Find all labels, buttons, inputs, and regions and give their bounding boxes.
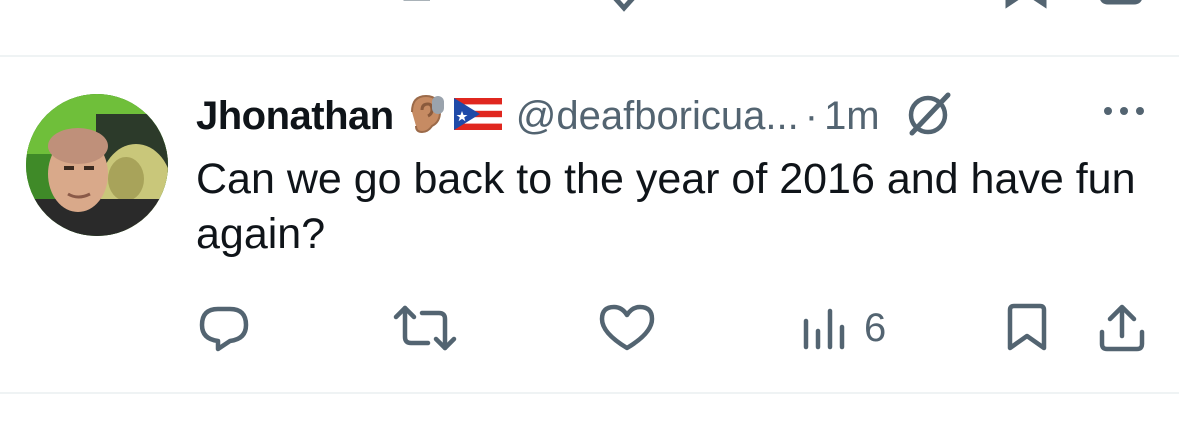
bottom-divider bbox=[0, 392, 1179, 394]
bookmark-icon[interactable] bbox=[1004, 0, 1048, 12]
separator-dot: · bbox=[804, 93, 819, 138]
reply-icon bbox=[199, 306, 249, 352]
share-icon bbox=[1099, 304, 1145, 352]
tweet-text: Can we go back to the year of 2016 and h… bbox=[196, 155, 1136, 258]
reply-icon[interactable] bbox=[200, 0, 240, 12]
avatar[interactable] bbox=[26, 94, 168, 236]
top-divider bbox=[0, 55, 1179, 57]
ear-with-hearing-aid-icon bbox=[402, 92, 446, 141]
retweet-icon bbox=[393, 305, 457, 351]
puerto-rico-flag-icon bbox=[453, 97, 502, 135]
bookmark-icon bbox=[1007, 303, 1047, 351]
like-icon[interactable] bbox=[602, 0, 646, 12]
retweet-button[interactable] bbox=[392, 300, 470, 356]
views-icon bbox=[803, 308, 845, 350]
heart-icon bbox=[599, 304, 655, 351]
tweet-header: Jhonathan @deafboricua... · 1m bbox=[196, 88, 954, 144]
like-button[interactable] bbox=[598, 300, 668, 356]
share-icon[interactable] bbox=[1098, 0, 1144, 12]
more-options-icon[interactable] bbox=[1100, 103, 1150, 124]
views-count: 6 bbox=[864, 305, 887, 350]
author-name[interactable]: Jhonathan bbox=[196, 94, 394, 139]
bookmark-button[interactable] bbox=[1002, 300, 1052, 356]
author-handle[interactable]: @deafboricua... bbox=[516, 94, 799, 139]
grok-icon[interactable] bbox=[904, 91, 954, 142]
retweet-icon[interactable] bbox=[400, 0, 450, 12]
views-button[interactable]: 6 bbox=[800, 300, 886, 356]
views-icon[interactable] bbox=[806, 0, 846, 12]
share-button[interactable] bbox=[1096, 300, 1148, 356]
reply-button[interactable] bbox=[196, 300, 264, 356]
previous-tweet-actions bbox=[0, 0, 1179, 12]
tweet-actions: 6 bbox=[0, 300, 1179, 360]
timestamp[interactable]: 1m bbox=[824, 94, 880, 139]
